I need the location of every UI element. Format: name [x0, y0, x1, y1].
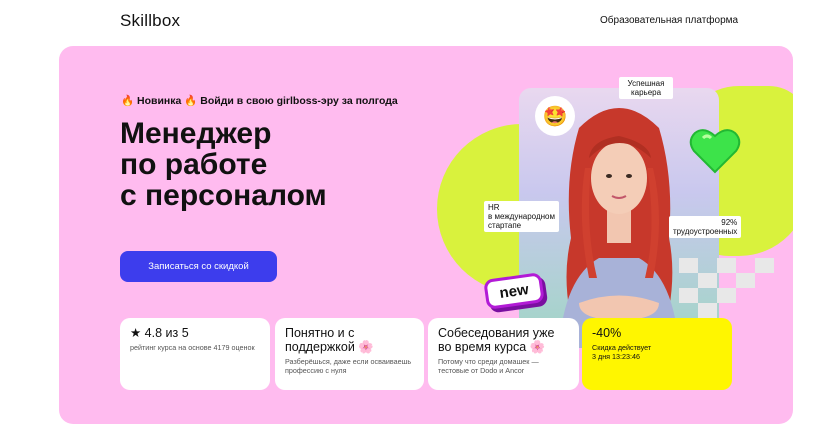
rating-value: ★ 4.8 из 5	[130, 326, 189, 340]
platform-label: Образовательная платформа	[600, 15, 739, 26]
hr-badge: HR в международном стартапе	[484, 201, 559, 232]
tagline-new: Новинка	[137, 95, 182, 107]
hr-badge-line: стартапе	[488, 221, 522, 230]
support-card: Понятно и с поддержкой 🌸 Разберёшься, да…	[275, 318, 424, 390]
employment-percent: 92%	[721, 218, 738, 227]
hr-badge-line: HR	[488, 203, 500, 212]
support-caption: Разберёшься, даже если осваиваешь профес…	[285, 357, 412, 375]
star-struck-emoji-icon: 🤩	[535, 96, 575, 136]
flower-icon: 🌸	[358, 340, 374, 354]
hr-badge-line: в международном	[488, 212, 555, 221]
course-title-line: с персоналом	[120, 179, 327, 212]
employment-badge: 92% трудоустроенных	[669, 216, 742, 238]
top-bar: Skillbox Образовательная платформа	[0, 0, 832, 44]
tagline-text: Войди в свою girlboss-эру за полгода	[200, 95, 398, 107]
course-title-line: Менеджер	[120, 117, 272, 150]
support-title: Понятно и с поддержкой 🌸	[285, 326, 414, 354]
rating-caption: рейтинг курса на основе 4179 оценок	[130, 343, 255, 352]
employment-text: трудоустроенных	[673, 227, 738, 236]
enroll-discount-button[interactable]: Записаться со скидкой	[120, 251, 277, 282]
course-title-line: по работе	[120, 148, 268, 181]
hero-tagline: 🔥 Новинка 🔥 Войди в свою girlboss-эру за…	[121, 94, 398, 107]
green-heart-icon	[689, 129, 741, 174]
discount-caption: Скидка действует 3 дня 13:23:46	[592, 343, 722, 361]
discount-card[interactable]: -40% Скидка действует 3 дня 13:23:46	[582, 318, 732, 390]
career-badge: Успешная карьера	[619, 77, 673, 99]
discount-value: -40%	[592, 326, 622, 340]
flower-icon: 🌸	[529, 340, 546, 354]
rating-card: ★ 4.8 из 5 рейтинг курса на основе 4179 …	[120, 318, 270, 390]
course-title: Менеджер по работе с персоналом	[120, 118, 380, 211]
flame-icon: 🔥	[121, 95, 135, 107]
flame-icon: 🔥	[184, 95, 198, 107]
emoji-glyph: 🤩	[542, 105, 568, 128]
checkerboard-decoration	[679, 258, 774, 318]
skillbox-logo[interactable]: Skillbox	[120, 11, 180, 31]
hero-banner: 🔥 Новинка 🔥 Войди в свою girlboss-эру за…	[59, 46, 793, 424]
interviews-card: Собеседования уже во время курса 🌸 Потом…	[428, 318, 579, 390]
interviews-title: Собеседования уже во время курса 🌸	[438, 326, 569, 354]
interviews-caption: Потому что среди домашек — тестовые от D…	[438, 357, 539, 375]
discount-timer: 3 дня 13:23:46	[592, 351, 641, 361]
support-title-text: Понятно и с поддержкой	[285, 326, 355, 354]
